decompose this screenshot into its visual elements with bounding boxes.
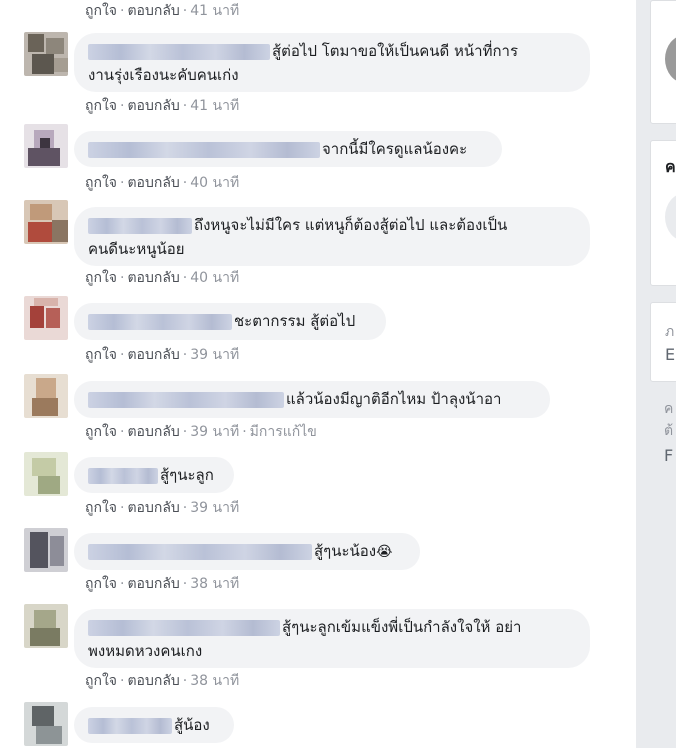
commenter-avatar[interactable] (24, 32, 68, 76)
commenter-avatar[interactable] (24, 604, 68, 648)
comment-text: พงหมดหวงคนเกง (88, 642, 203, 660)
comment-bubble: สู้ๆนะลูก (74, 457, 234, 493)
comment-text: ชะตากรรม สู้ต่อไป (234, 312, 356, 330)
comment-text: สู้ๆนะลูกเข้มแข็งพี่เป็นกำลังใจให้ อย่า (282, 618, 522, 636)
comment-feed: ถูกใจ · ตอบกลับ · 41 นาที สู้ต่อไป โตมาขอให้… (0, 0, 636, 748)
like-link[interactable]: ถูกใจ (85, 424, 117, 440)
comment-actions: ถูกใจ · ตอบกลับ · 38 นาที (85, 673, 240, 689)
card-heading: ค (665, 157, 676, 176)
reply-link[interactable]: ตอบกลับ (127, 673, 179, 689)
avatar[interactable] (665, 193, 676, 241)
like-link[interactable]: ถูกใจ (85, 175, 117, 191)
commenter-name[interactable] (88, 43, 270, 60)
comment-timestamp[interactable]: 39 นาที (190, 500, 239, 516)
footer-text: ต้ (664, 423, 674, 439)
commenter-name[interactable] (88, 543, 312, 560)
right-card: ภ E (650, 302, 676, 382)
like-link[interactable]: ถูกใจ (85, 347, 117, 363)
like-link[interactable]: ถูกใจ (85, 270, 117, 286)
comment-text: สู้ๆนะน้อง (314, 542, 377, 560)
card-label: ภ (665, 324, 675, 340)
comment-text: จากนี้มีใครดูแลน้องคะ (322, 140, 468, 158)
comment-bubble: สู้ต่อไป โตมาขอให้เป็นคนดี หน้าที่การ งา… (74, 33, 590, 92)
reply-link[interactable]: ตอบกลับ (127, 98, 179, 114)
commenter-name[interactable] (88, 619, 280, 636)
comment-actions: ถูกใจ · ตอบกลับ · 41 นาที (85, 3, 240, 19)
comment-text: คนดีนะหนูน้อย (88, 240, 185, 258)
comment-actions: ถูกใจ · ตอบกลับ · 39 นาที · มีการแก้ไข (85, 424, 317, 440)
comment-timestamp[interactable]: 38 นาที (190, 673, 239, 689)
reply-link[interactable]: ตอบกลับ (127, 424, 179, 440)
comment-text: สู้ต่อไป โตมาขอให้เป็นคนดี หน้าที่การ (272, 42, 519, 60)
reply-link[interactable]: ตอบกลับ (127, 347, 179, 363)
reply-link[interactable]: ตอบกลับ (127, 500, 179, 516)
reply-link[interactable]: ตอบกลับ (127, 3, 179, 19)
comment-timestamp[interactable]: 39 นาที (190, 424, 239, 440)
comment-timestamp[interactable]: 38 นาที (190, 576, 239, 592)
commenter-name[interactable] (88, 313, 232, 330)
like-link[interactable]: ถูกใจ (85, 500, 117, 516)
comment-text: งานรุ่งเรืองนะคับคนเก่ง (88, 66, 239, 84)
comment-text: ถึงหนูจะไม่มีใคร แต่หนูก็ต้องสู้ต่อไป แล… (194, 216, 508, 234)
comment-timestamp[interactable]: 41 นาที (190, 98, 239, 114)
comment-timestamp[interactable]: 41 นาที (190, 3, 239, 19)
reply-link[interactable]: ตอบกลับ (127, 175, 179, 191)
edited-label[interactable]: มีการแก้ไข (250, 424, 317, 440)
commenter-name[interactable] (88, 217, 192, 234)
commenter-name[interactable] (88, 467, 158, 484)
comment-bubble: จากนี้มีใครดูแลน้องคะ (74, 131, 502, 167)
commenter-avatar[interactable] (24, 528, 68, 572)
comment-text: สู้น้อง (174, 716, 210, 734)
comment-actions: ถูกใจ · ตอบกลับ · 40 นาที (85, 175, 240, 191)
comment-bubble: ชะตากรรม สู้ต่อไป (74, 303, 386, 340)
commenter-avatar[interactable] (24, 200, 68, 244)
comment-text: แล้วน้องมีญาติอีกไหม ป้าลุงน้าอา (286, 390, 502, 408)
comment-text: สู้ๆนะลูก (160, 466, 214, 484)
like-link[interactable]: ถูกใจ (85, 576, 117, 592)
reply-link[interactable]: ตอบกลับ (127, 576, 179, 592)
commenter-avatar[interactable] (24, 296, 68, 340)
avatar[interactable] (665, 35, 676, 83)
footer-link[interactable]: F (664, 446, 673, 465)
card-value[interactable]: E (665, 345, 675, 364)
reply-link[interactable]: ตอบกลับ (127, 270, 179, 286)
commenter-name[interactable] (88, 717, 172, 734)
comment-timestamp[interactable]: 40 นาที (190, 175, 239, 191)
right-card-profile (650, 0, 676, 124)
commenter-avatar[interactable] (24, 124, 68, 168)
footer-text: ค (664, 401, 674, 417)
like-link[interactable]: ถูกใจ (85, 3, 117, 19)
comment-actions: ถูกใจ · ตอบกลับ · 40 นาที (85, 270, 240, 286)
comment-timestamp[interactable]: 39 นาที (190, 347, 239, 363)
comment-bubble: สู้น้อง (74, 707, 234, 743)
comment-bubble: สู้ๆนะน้อง😭 (74, 533, 420, 570)
comment-actions: ถูกใจ · ตอบกลับ · 39 นาที (85, 500, 240, 516)
comment-actions: ถูกใจ · ตอบกลับ · 41 นาที (85, 98, 240, 114)
commenter-name[interactable] (88, 141, 320, 158)
comment-timestamp[interactable]: 40 นาที (190, 270, 239, 286)
commenter-name[interactable] (88, 391, 284, 408)
comment-bubble: สู้ๆนะลูกเข้มแข็งพี่เป็นกำลังใจให้ อย่า … (74, 609, 590, 668)
like-link[interactable]: ถูกใจ (85, 98, 117, 114)
commenter-avatar[interactable] (24, 374, 68, 418)
comment-bubble: ถึงหนูจะไม่มีใคร แต่หนูก็ต้องสู้ต่อไป แล… (74, 207, 590, 266)
like-link[interactable]: ถูกใจ (85, 673, 117, 689)
right-card: ค (650, 140, 676, 286)
comment-actions: ถูกใจ · ตอบกลับ · 38 นาที (85, 576, 240, 592)
comment-bubble: แล้วน้องมีญาติอีกไหม ป้าลุงน้าอา (74, 381, 550, 418)
commenter-avatar[interactable] (24, 452, 68, 496)
comment-actions: ถูกใจ · ตอบกลับ · 39 นาที (85, 347, 240, 363)
commenter-avatar[interactable] (24, 702, 68, 746)
crying-face-emoji: 😭 (376, 544, 393, 560)
